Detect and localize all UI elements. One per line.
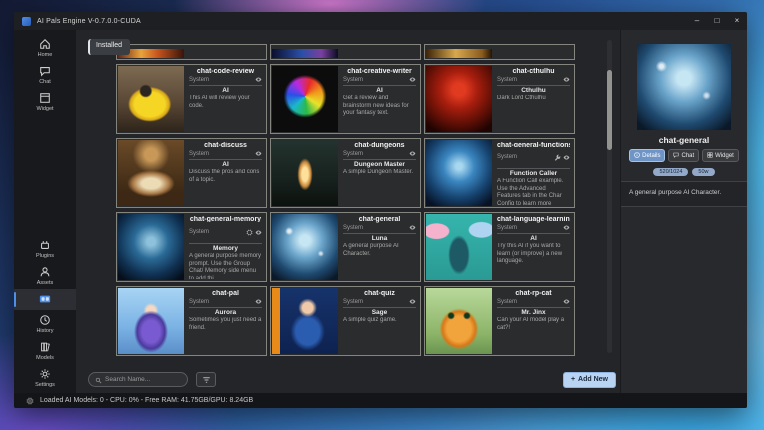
partial-card[interactable] <box>424 44 575 60</box>
status-text: Loaded AI Models: 0 - CPU: 0% - Free RAM… <box>40 397 253 404</box>
widget-icon <box>39 92 51 104</box>
tab-widget[interactable]: Widget <box>702 149 739 162</box>
gear-icon <box>39 368 51 380</box>
token-count-badge: 520/1024 <box>653 168 688 176</box>
card-chat-dungeons[interactable]: chat-dungeons System Dungeon Master A si… <box>270 138 421 208</box>
sidebar-item-assets[interactable]: Assets <box>14 262 76 289</box>
card-chat-creative-writer[interactable]: chat-creative-writer System AI Get a rev… <box>270 64 421 134</box>
card-thumbnail-cyborg-woman <box>272 214 338 280</box>
eye-icon <box>255 223 262 241</box>
pals-cards-icon <box>38 293 52 305</box>
search-input[interactable] <box>105 376 185 383</box>
app-window: AI Pals Engine V-0.7.0.0-CUDA – □ × Home… <box>14 12 747 408</box>
pals-content: Installed chat-code-review System AI Th <box>76 30 620 393</box>
home-icon <box>39 38 51 50</box>
card-thumbnail-cyborg-face <box>426 140 492 206</box>
cpu-chip-icon <box>26 392 34 409</box>
window-controls: – □ × <box>687 12 747 30</box>
card-thumbnail-quiz-host <box>272 288 338 354</box>
window-title: AI Pals Engine V-0.7.0.0-CUDA <box>37 18 141 25</box>
add-new-button[interactable]: + Add New <box>563 372 616 388</box>
partial-card-thumbnail <box>426 49 492 58</box>
detail-panel: chat-general Details Chat Widget 520/102… <box>620 30 747 393</box>
sidebar-item-models[interactable]: Models <box>14 337 76 364</box>
sidebar-item-chat[interactable]: Chat <box>14 61 76 88</box>
eye-icon <box>409 224 416 231</box>
sidebar-item-settings[interactable]: Settings <box>14 364 76 391</box>
card-thumbnail-psychedelic-head <box>272 66 338 132</box>
search-box[interactable] <box>88 372 188 387</box>
sidebar-item-widget[interactable]: Widget <box>14 88 76 115</box>
card-chat-discuss[interactable]: chat-discuss System AI Discuss the pros … <box>116 138 267 208</box>
chat-bubble-icon <box>673 152 679 160</box>
card-chat-code-review[interactable]: chat-code-review System AI This AI will … <box>116 64 267 134</box>
tab-details[interactable]: Details <box>629 149 665 162</box>
card-thumbnail-anime-girl <box>118 288 184 354</box>
function-icon <box>554 148 561 166</box>
partial-card-thumbnail <box>272 49 338 58</box>
vertical-scrollbar[interactable] <box>607 40 612 353</box>
eye-icon <box>563 298 570 305</box>
eye-icon <box>255 150 262 157</box>
sidebar-item-plugins[interactable]: Plugins <box>14 235 76 262</box>
search-icon <box>95 371 102 389</box>
card-chat-pal[interactable]: chat-pal System Aurora Sometimes you jus… <box>116 286 267 356</box>
card-chat-cthulhu[interactable]: chat-cthulhu System Cthulhu Dark Lord Ct… <box>424 64 575 134</box>
card-thumbnail-duck <box>118 66 184 132</box>
app-logo-icon <box>22 17 31 26</box>
filter-icon <box>202 371 211 389</box>
close-button[interactable]: × <box>727 12 747 30</box>
eye-icon <box>409 76 416 83</box>
card-chat-rp-cat[interactable]: chat-rp-cat System Mr. Jinx Can your AI … <box>424 286 575 356</box>
card-thumbnail-dungeon-door <box>272 140 338 206</box>
eye-icon <box>255 298 262 305</box>
selected-character-title: chat-general <box>659 135 710 145</box>
eye-icon <box>563 224 570 231</box>
sidebar-item-pals[interactable] <box>14 289 76 310</box>
card-chat-quiz[interactable]: chat-quiz System Sage A simple quiz game… <box>270 286 421 356</box>
filter-button[interactable] <box>196 372 216 387</box>
token-badges: 520/1024 50w <box>653 168 714 176</box>
card-thumbnail-cyborg-man <box>118 214 184 280</box>
memory-chip-icon <box>246 223 253 241</box>
scrollbar-thumb[interactable] <box>607 70 612 150</box>
eye-icon <box>409 298 416 305</box>
eye-icon <box>255 76 262 83</box>
eye-icon <box>563 148 570 166</box>
partial-card[interactable] <box>270 44 421 60</box>
detail-panel-tabs: Details Chat Widget <box>629 149 739 162</box>
card-thumbnail-language-signs <box>426 214 492 280</box>
status-bar: Loaded AI Models: 0 - CPU: 0% - Free RAM… <box>14 393 747 408</box>
sidebar-item-home[interactable]: Home <box>14 34 76 61</box>
titlebar: AI Pals Engine V-0.7.0.0-CUDA – □ × <box>14 12 747 30</box>
assets-icon <box>39 266 51 278</box>
character-description: A general purpose AI Character. <box>621 181 747 207</box>
plugins-icon <box>39 239 51 251</box>
card-thumbnail-cthulhu <box>426 66 492 132</box>
eye-icon <box>409 150 416 157</box>
plus-icon: + <box>571 376 575 383</box>
card-thumbnail-roundtable <box>118 140 184 206</box>
history-icon <box>39 314 51 326</box>
sidebar: Home Chat Widget Plugins Assets <box>14 30 76 393</box>
pals-grid: chat-code-review System AI This AI will … <box>116 44 575 356</box>
card-chat-language-learning[interactable]: chat-language-learning System AI Try thi… <box>424 212 575 282</box>
tab-chat[interactable]: Chat <box>668 149 699 162</box>
tab-installed[interactable]: Installed <box>88 39 130 55</box>
sidebar-item-history[interactable]: History <box>14 310 76 337</box>
maximize-button[interactable]: □ <box>707 12 727 30</box>
selected-character-portrait <box>637 44 731 130</box>
word-count-badge: 50w <box>692 168 714 176</box>
eye-icon <box>563 76 570 83</box>
partial-card[interactable] <box>116 44 267 60</box>
card-chat-general[interactable]: chat-general System Luna A general purpo… <box>270 212 421 282</box>
card-thumbnail-cat <box>426 288 492 354</box>
minimize-button[interactable]: – <box>687 12 707 30</box>
card-chat-general-memory[interactable]: chat-general-memory System Memory A gene… <box>116 212 267 282</box>
chat-icon <box>39 65 51 77</box>
widget-icon <box>707 152 713 160</box>
info-icon <box>634 152 640 160</box>
card-chat-general-functions[interactable]: chat-general-functions System Function C… <box>424 138 575 208</box>
models-icon <box>39 341 51 353</box>
